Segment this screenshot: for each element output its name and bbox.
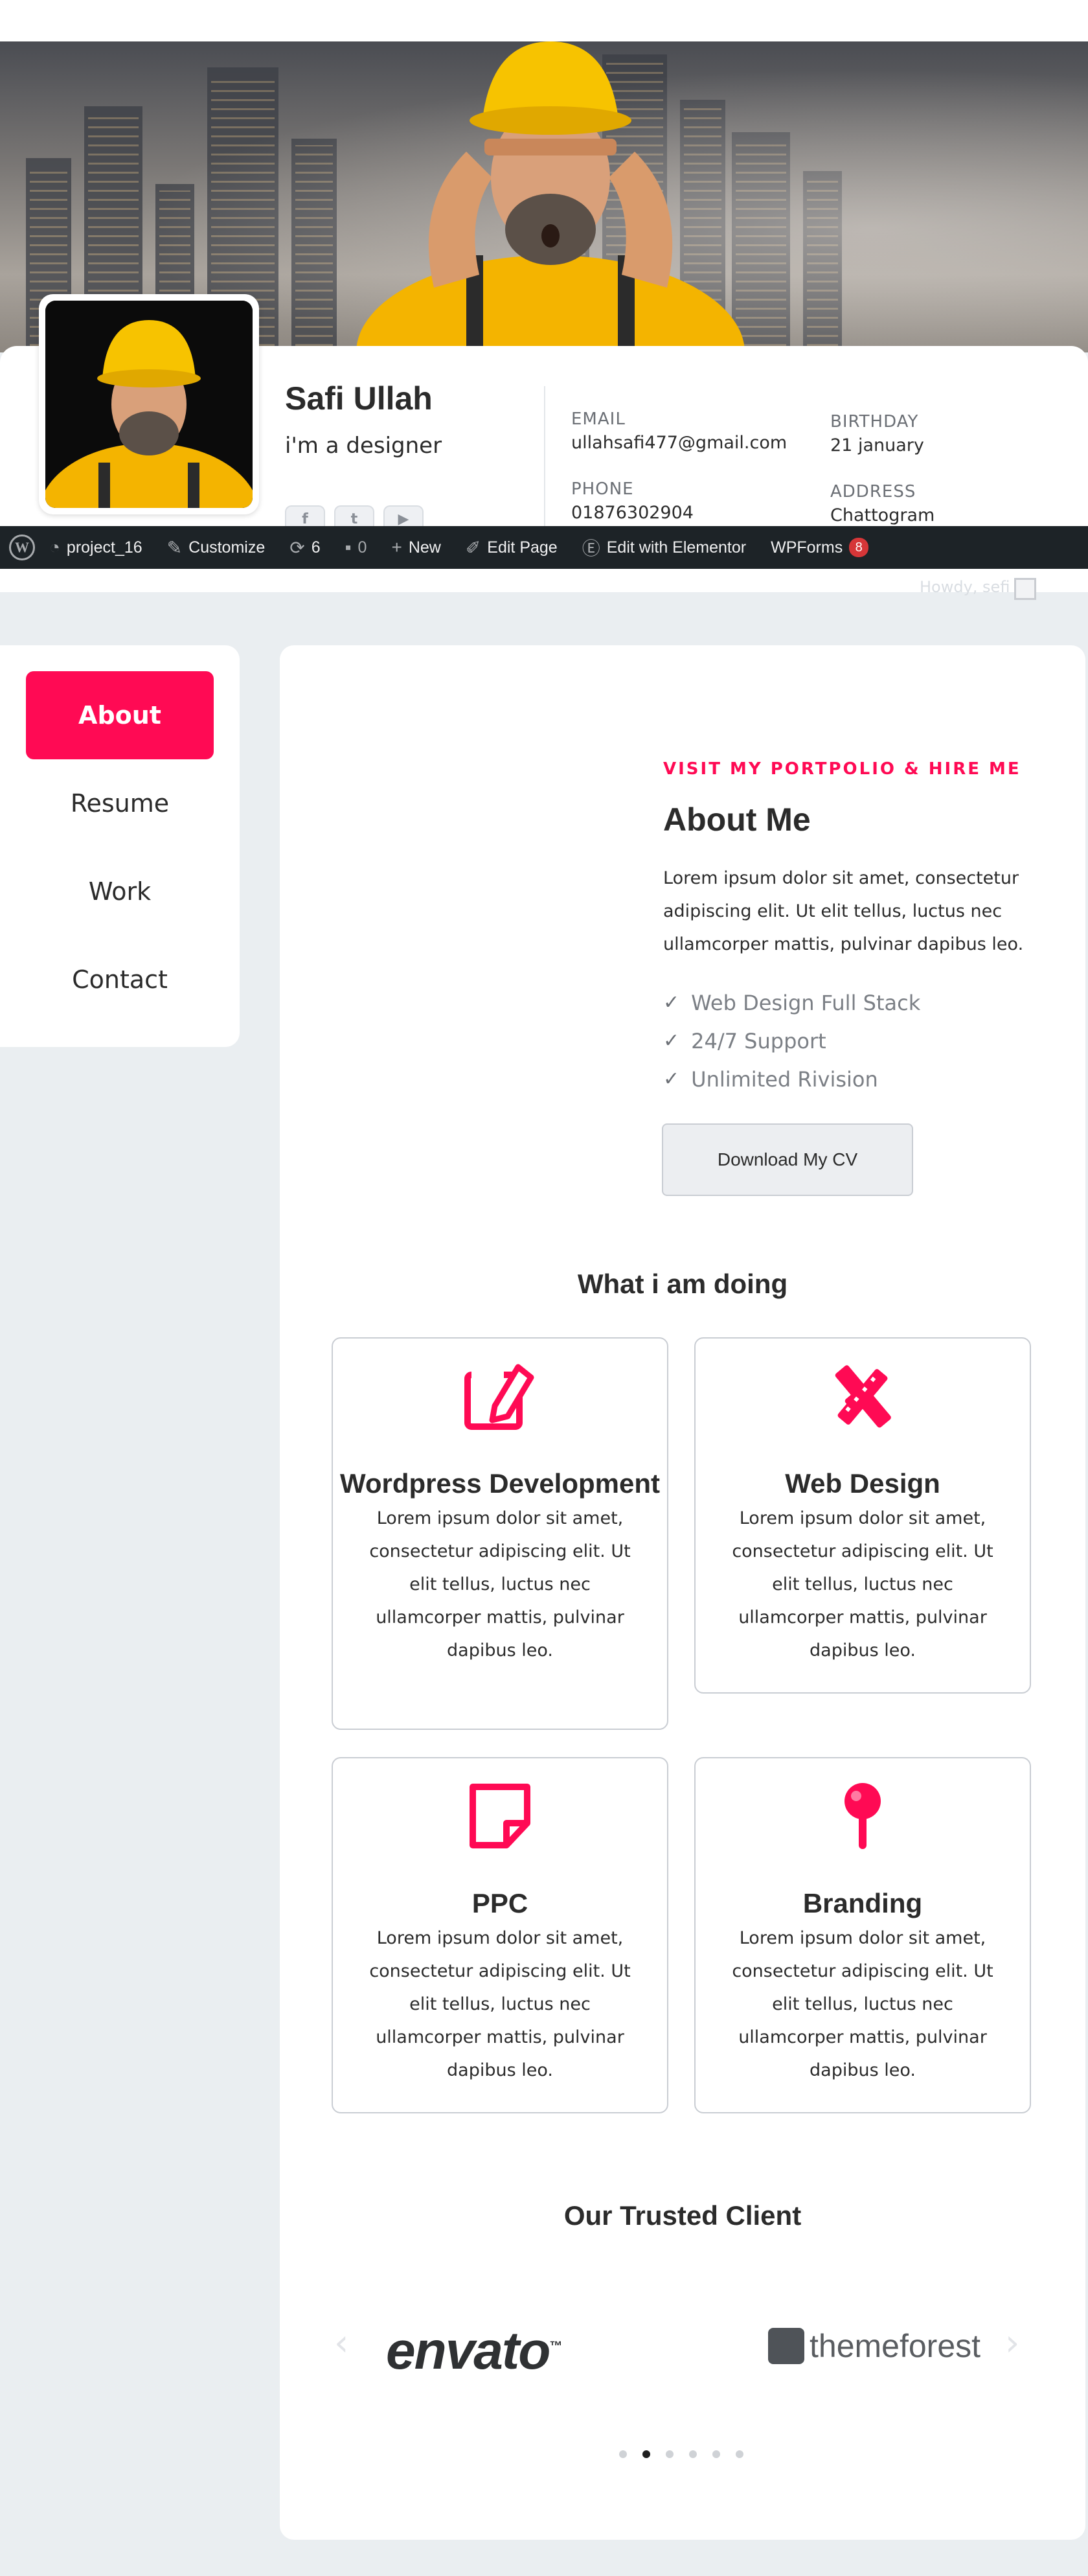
site-name-link[interactable]: ◔ project_16 (49, 537, 142, 558)
hero-person-image (356, 41, 745, 352)
client-logo-themeforest: themeforest (768, 2327, 980, 2365)
service-card-ppc: PPC Lorem ipsum dolor sit amet, consecte… (332, 1757, 668, 2113)
birthday-label: BIRTHDAY (830, 412, 919, 431)
service-text: Lorem ipsum dolor sit amet, consectetur … (732, 1508, 993, 1661)
edit-page-link[interactable]: ✐ Edit Page (466, 537, 558, 558)
wpforms-label: WPForms (771, 538, 843, 557)
clients-title: Our Trusted Client (563, 2200, 802, 2231)
themeforest-wordmark: themeforest (810, 2328, 981, 2364)
service-card-wordpress: Wordpress Development Lorem ipsum dolor … (332, 1337, 668, 1730)
site-name-label: project_16 (66, 538, 142, 557)
phone-value: 01876302904 (571, 503, 694, 523)
elementor-label: Edit with Elementor (606, 538, 747, 557)
slider-dots (619, 2450, 743, 2458)
slider-dot[interactable] (712, 2450, 720, 2458)
email-value: ullahsafi477@gmail.com (571, 433, 788, 453)
list-item-label: Web Design Full Stack (691, 990, 921, 1015)
dashboard-icon: ◔ (49, 537, 60, 557)
pencil-ruler-icon (835, 1365, 891, 1428)
edit-page-label: Edit Page (487, 538, 558, 557)
slider-dot[interactable] (642, 2450, 650, 2458)
client-logo-envato: envato™ (386, 2321, 562, 2382)
service-text: Lorem ipsum dolor sit amet, consectetur … (732, 1928, 993, 2080)
howdy-text[interactable]: Howdy, sefi (920, 578, 1010, 596)
envato-wordmark: envato (386, 2321, 550, 2380)
slider-dot[interactable] (689, 2450, 697, 2458)
list-item: ✓ 24/7 Support (663, 1022, 920, 1060)
updates-count: 6 (311, 538, 321, 557)
wpforms-badge: 8 (849, 538, 869, 557)
customize-label: Customize (188, 538, 266, 557)
check-icon: ✓ (663, 1029, 680, 1052)
service-title: Branding (802, 1888, 923, 1918)
service-text: Lorem ipsum dolor sit amet, consectetur … (369, 1508, 631, 1661)
user-avatar-icon[interactable] (1014, 578, 1036, 600)
wp-admin-bar: W ◔ project_16 ✎ Customize ⟳ 6 ▪ 0 + New ✐ Edi… (0, 526, 1088, 569)
new-label: New (408, 538, 441, 557)
check-icon: ✓ (663, 991, 680, 1014)
nav-item-resume[interactable]: Resume (26, 759, 214, 847)
sticky-note-icon (470, 1784, 530, 1848)
comment-icon: ▪ (345, 537, 352, 557)
about-title: About Me (663, 801, 811, 838)
about-kicker: VISIT MY PORTPOLIO & HIRE ME (663, 759, 1021, 779)
nav-item-about[interactable]: About (26, 671, 214, 759)
phone-label: PHONE (571, 479, 634, 499)
service-title: Wordpress Development (339, 1468, 660, 1499)
avatar-image (45, 301, 253, 508)
wpforms-link[interactable]: WPForms 8 (771, 538, 869, 557)
service-card-web-design: Web Design Lorem ipsum dolor sit amet, c… (694, 1337, 1031, 1694)
feature-list: ✓ Web Design Full Stack ✓ 24/7 Support ✓ Un… (663, 983, 920, 1098)
comments-count: 0 (357, 538, 367, 557)
services-title: What i am doing (577, 1269, 788, 1299)
avatar (39, 294, 259, 514)
address-value: Chattogram (830, 505, 935, 525)
profile-divider (544, 386, 545, 527)
updates-link[interactable]: ⟳ 6 (289, 537, 320, 558)
comments-link[interactable]: ▪ 0 (345, 537, 367, 558)
brush-icon: ✎ (166, 537, 183, 558)
slider-dot[interactable] (666, 2450, 674, 2458)
top-strip (0, 0, 1088, 41)
email-label: EMAIL (571, 409, 626, 429)
wordpress-icon[interactable]: W (9, 535, 35, 560)
new-link[interactable]: + New (391, 537, 440, 558)
nav-item-contact[interactable]: Contact (26, 936, 214, 1024)
slider-prev-icon[interactable]: ‹ (334, 2322, 348, 2364)
slider-next-icon[interactable]: › (1005, 2322, 1019, 2364)
pencil-icon: ✐ (465, 537, 481, 558)
service-card-branding: Branding Lorem ipsum dolor sit amet, con… (694, 1757, 1031, 2113)
elementor-icon: Ⓔ (582, 538, 600, 558)
themeforest-logo-icon (768, 2328, 804, 2364)
customize-link[interactable]: ✎ Customize (167, 537, 266, 558)
list-item-label: Unlimited Rivision (691, 1066, 878, 1092)
service-text: Lorem ipsum dolor sit amet, consectetur … (369, 1928, 631, 2080)
list-item: ✓ Web Design Full Stack (663, 983, 920, 1022)
plus-icon: + (391, 537, 402, 557)
refresh-icon: ⟳ (289, 537, 305, 558)
list-item: ✓ Unlimited Rivision (663, 1060, 920, 1098)
list-item-label: 24/7 Support (691, 1028, 826, 1053)
slider-dot[interactable] (619, 2450, 627, 2458)
slider-dot[interactable] (736, 2450, 743, 2458)
address-label: ADDRESS (830, 482, 916, 501)
check-icon: ✓ (663, 1068, 680, 1090)
elementor-link[interactable]: Ⓔ Edit with Elementor (582, 535, 746, 560)
service-title: Web Design (785, 1468, 940, 1499)
side-nav: About Resume Work Contact (0, 645, 240, 1047)
nav-item-work[interactable]: Work (26, 847, 214, 936)
pin-icon (844, 1783, 881, 1849)
profile-name: Safi Ullah (285, 380, 433, 417)
about-body: Lorem ipsum dolor sit amet, consectetur … (663, 868, 1024, 954)
download-cv-button[interactable]: Download My CV (662, 1123, 913, 1196)
profile-role: i'm a designer (285, 433, 442, 459)
birthday-value: 21 january (830, 435, 924, 455)
trademark-mark: ™ (549, 2339, 562, 2354)
edit-icon (464, 1364, 534, 1430)
service-title: PPC (471, 1888, 528, 1918)
